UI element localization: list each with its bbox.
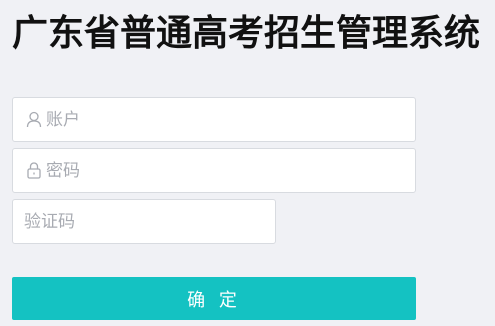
confirm-button[interactable]: 确 定 <box>12 277 416 320</box>
login-form <box>12 97 416 250</box>
account-input[interactable] <box>44 98 415 141</box>
captcha-input[interactable] <box>13 200 275 243</box>
login-page: 广东省普通高考招生管理系统 确 定 <box>0 0 495 326</box>
password-field[interactable] <box>12 148 416 193</box>
user-icon <box>24 110 44 130</box>
captcha-field[interactable] <box>12 199 276 244</box>
account-field[interactable] <box>12 97 416 142</box>
page-title: 广东省普通高考招生管理系统 <box>12 13 481 54</box>
password-input[interactable] <box>44 149 415 192</box>
lock-icon <box>24 161 44 181</box>
